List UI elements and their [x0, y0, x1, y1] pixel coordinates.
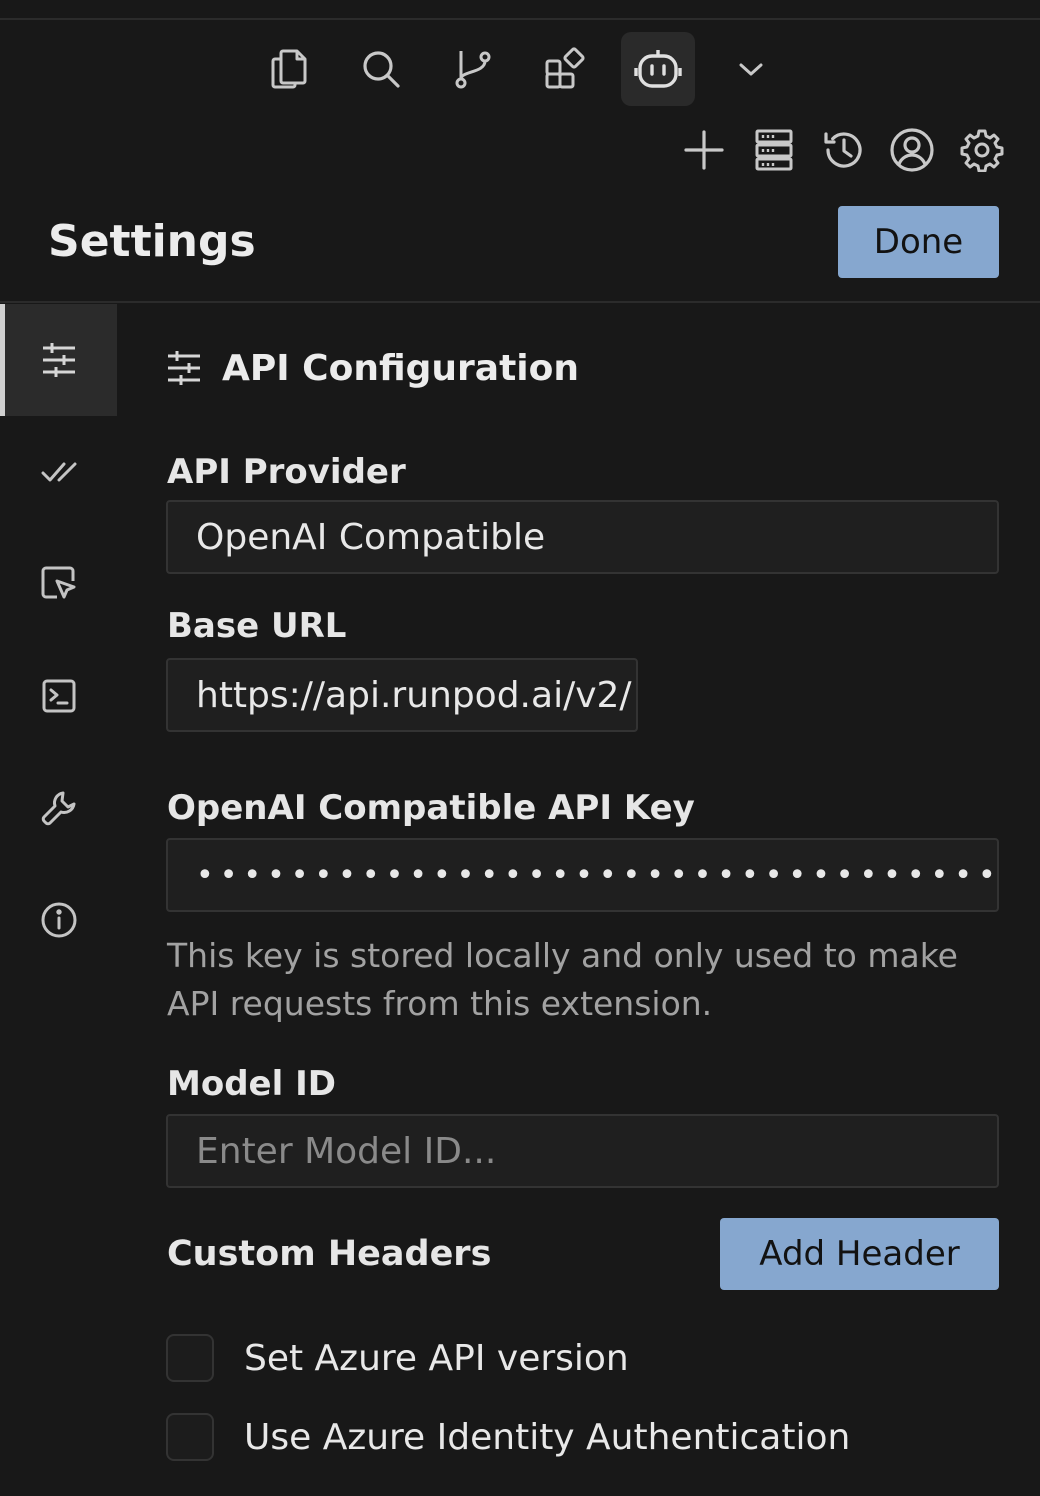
gear-icon	[960, 129, 1004, 172]
tab-explorer[interactable]	[252, 32, 326, 106]
check-all-icon	[41, 462, 76, 482]
tab-search[interactable]	[344, 32, 418, 106]
base-url-input[interactable]: https://api.runpod.ai/v2/	[166, 658, 638, 732]
new-task-button[interactable]	[680, 126, 728, 174]
account-button[interactable]	[888, 126, 936, 174]
bot-icon	[634, 50, 682, 88]
cursor-window-icon	[41, 566, 75, 599]
azure-version-checkbox[interactable]	[166, 1334, 214, 1382]
tab-extensions[interactable]	[528, 32, 602, 106]
base-url-label: Base URL	[167, 606, 347, 646]
sliders-icon	[42, 343, 75, 377]
history-button[interactable]	[820, 126, 868, 174]
header-divider	[0, 301, 1040, 303]
extensions-icon	[545, 47, 585, 89]
page-title: Settings	[48, 216, 256, 267]
history-icon	[824, 132, 862, 168]
source-control-icon	[455, 51, 491, 89]
tab-assistant[interactable]	[621, 32, 695, 106]
model-id-input[interactable]: Enter Model ID...	[166, 1114, 999, 1188]
azure-identity-row[interactable]: Use Azure Identity Authentication	[166, 1411, 850, 1463]
azure-version-row[interactable]: Set Azure API version	[166, 1332, 629, 1384]
api-provider-select[interactable]: OpenAI Compatible	[166, 500, 999, 574]
api-key-input[interactable]: ••••••••••••••••••••••••••••••••••••••••…	[166, 838, 999, 912]
tab-source-control[interactable]	[436, 32, 510, 106]
search-icon	[363, 51, 400, 88]
azure-version-label: Set Azure API version	[244, 1337, 629, 1379]
custom-headers-label: Custom Headers	[167, 1234, 492, 1274]
server-icon	[755, 129, 793, 171]
terminal-icon	[42, 679, 75, 713]
model-id-label: Model ID	[167, 1064, 336, 1104]
files-icon	[271, 49, 307, 89]
window-top-border	[0, 0, 1040, 20]
sidebar-item-api-configuration[interactable]	[0, 304, 117, 416]
sidebar-item-debug[interactable]	[0, 752, 117, 864]
chevron-down-icon	[739, 63, 763, 76]
azure-identity-label: Use Azure Identity Authentication	[244, 1416, 851, 1458]
done-button[interactable]: Done	[838, 206, 999, 278]
sidebar-item-browser[interactable]	[0, 528, 117, 640]
add-header-button[interactable]: Add Header	[720, 1218, 999, 1290]
sidebar-item-about[interactable]	[0, 864, 117, 976]
sidebar-item-terminal[interactable]	[0, 640, 117, 752]
sliders-icon	[168, 351, 200, 385]
api-provider-label: API Provider	[167, 452, 406, 492]
section-title: API Configuration	[222, 347, 579, 389]
more-tabs-dropdown[interactable]	[726, 46, 776, 92]
api-key-label: OpenAI Compatible API Key	[167, 788, 695, 828]
azure-identity-checkbox[interactable]	[166, 1413, 214, 1461]
info-icon	[41, 902, 76, 938]
sidebar-item-features[interactable]	[0, 416, 117, 528]
account-icon	[890, 128, 934, 172]
mcp-servers-button[interactable]	[750, 126, 798, 174]
wrench-icon	[41, 791, 75, 826]
api-key-help-text: This key is stored locally and only used…	[167, 936, 958, 1023]
plus-icon	[684, 130, 724, 170]
settings-button[interactable]	[958, 126, 1006, 174]
section-header: API Configuration	[166, 338, 579, 398]
